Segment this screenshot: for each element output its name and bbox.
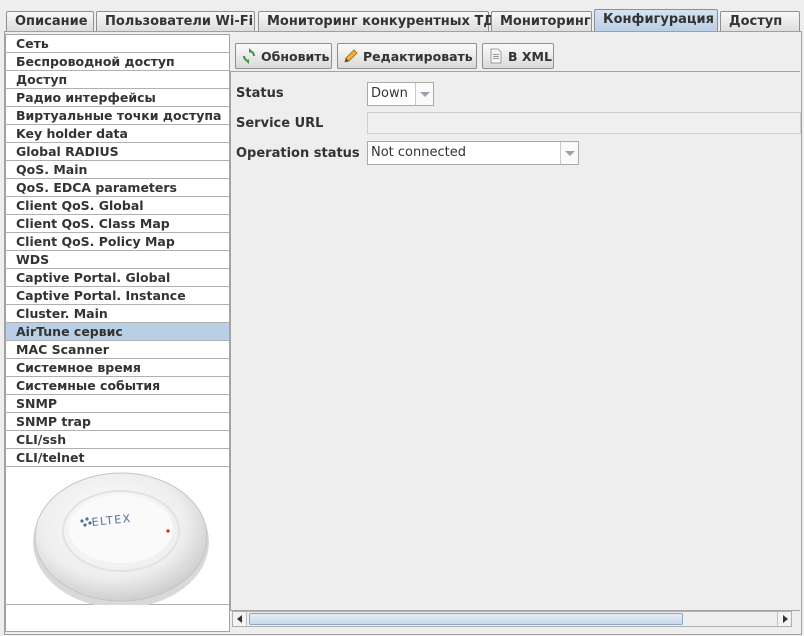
refresh-icon — [241, 48, 257, 64]
tab-wifi-users[interactable]: Пользователи Wi-Fi — [96, 11, 255, 32]
sidebar-item-wireless-access[interactable]: Беспроводной доступ — [6, 53, 229, 71]
sidebar-item-cluster-main[interactable]: Cluster. Main — [6, 305, 229, 323]
chevron-down-icon[interactable] — [560, 142, 578, 164]
sidebar-item-airtune[interactable]: AirTune сервис — [6, 323, 229, 341]
tab-access[interactable]: Доступ — [720, 11, 800, 32]
status-select[interactable]: Down — [367, 82, 434, 106]
edit-button-label: Редактировать — [363, 48, 473, 64]
export-xml-button-label: В XML — [508, 48, 552, 64]
sidebar-item-client-qos-policy-map[interactable]: Client QoS. Policy Map — [6, 233, 229, 251]
sidebar-item-cli-ssh[interactable]: CLI/ssh — [6, 431, 229, 449]
operation-status-label: Operation status — [236, 146, 360, 161]
refresh-button[interactable]: Обновить — [235, 43, 332, 69]
tab-monitoring[interactable]: Мониторинг — [491, 11, 592, 32]
sidebar-item-virtual-aps[interactable]: Виртуальные точки доступа — [6, 107, 229, 125]
tab-description[interactable]: Описание — [6, 11, 94, 32]
refresh-button-label: Обновить — [261, 48, 330, 64]
sidebar-item-network[interactable]: Сеть — [6, 35, 229, 53]
sidebar-item-wds[interactable]: WDS — [6, 251, 229, 269]
operation-status-select-value: Not connected — [371, 145, 466, 160]
tab-competitor-ap-monitoring[interactable]: Мониторинг конкурентных ТД — [258, 11, 495, 32]
sidebar-item-client-qos-global[interactable]: Client QoS. Global — [6, 197, 229, 215]
sidebar-item-snmp[interactable]: SNMP — [6, 395, 229, 413]
sidebar-item-qos-main[interactable]: QoS. Main — [6, 161, 229, 179]
horizontal-scrollbar[interactable] — [232, 611, 792, 627]
device-image-pane: ELTEX — [6, 467, 229, 608]
status-select-value: Down — [371, 86, 408, 101]
sidebar-item-key-holder-data[interactable]: Key holder data — [6, 125, 229, 143]
tab-configuration[interactable]: Конфигурация — [594, 9, 718, 32]
chevron-down-icon[interactable] — [415, 83, 433, 105]
service-url-label: Service URL — [236, 116, 324, 131]
config-nav-list: Сеть Беспроводной доступ Доступ Радио ин… — [6, 35, 229, 467]
access-point-device-image: ELTEX — [33, 472, 209, 608]
airtune-form-panel: Status Down Service URL Operation status… — [230, 71, 801, 611]
operation-status-select[interactable]: Not connected — [367, 141, 579, 165]
config-sidebar: Сеть Беспроводной доступ Доступ Радио ин… — [5, 34, 230, 632]
sidebar-item-snmp-trap[interactable]: SNMP trap — [6, 413, 229, 431]
sidebar-item-qos-edca[interactable]: QoS. EDCA parameters — [6, 179, 229, 197]
edit-button[interactable]: Редактировать — [337, 43, 477, 69]
scroll-left-icon[interactable] — [233, 612, 247, 626]
sidebar-item-client-qos-class-map[interactable]: Client QoS. Class Map — [6, 215, 229, 233]
service-url-input[interactable] — [367, 112, 801, 134]
sidebar-item-system-time[interactable]: Системное время — [6, 359, 229, 377]
main-tab-bar: Описание Пользователи Wi-Fi Мониторинг к… — [4, 9, 802, 32]
document-icon — [488, 48, 504, 64]
sidebar-item-global-radius[interactable]: Global RADIUS — [6, 143, 229, 161]
sidebar-item-system-events[interactable]: Системные события — [6, 377, 229, 395]
scroll-right-icon[interactable] — [777, 612, 791, 626]
sidebar-item-captive-portal-global[interactable]: Captive Portal. Global — [6, 269, 229, 287]
pencil-icon — [343, 48, 359, 64]
sidebar-item-captive-portal-instance[interactable]: Captive Portal. Instance — [6, 287, 229, 305]
sidebar-item-cli-telnet[interactable]: CLI/telnet — [6, 449, 229, 467]
export-xml-button[interactable]: В XML — [482, 43, 554, 69]
status-label: Status — [236, 86, 284, 101]
sidebar-item-mac-scanner[interactable]: MAC Scanner — [6, 341, 229, 359]
sidebar-item-radio-interfaces[interactable]: Радио интерфейсы — [6, 89, 229, 107]
scrollbar-thumb[interactable] — [249, 613, 683, 625]
sidebar-item-access[interactable]: Доступ — [6, 71, 229, 89]
